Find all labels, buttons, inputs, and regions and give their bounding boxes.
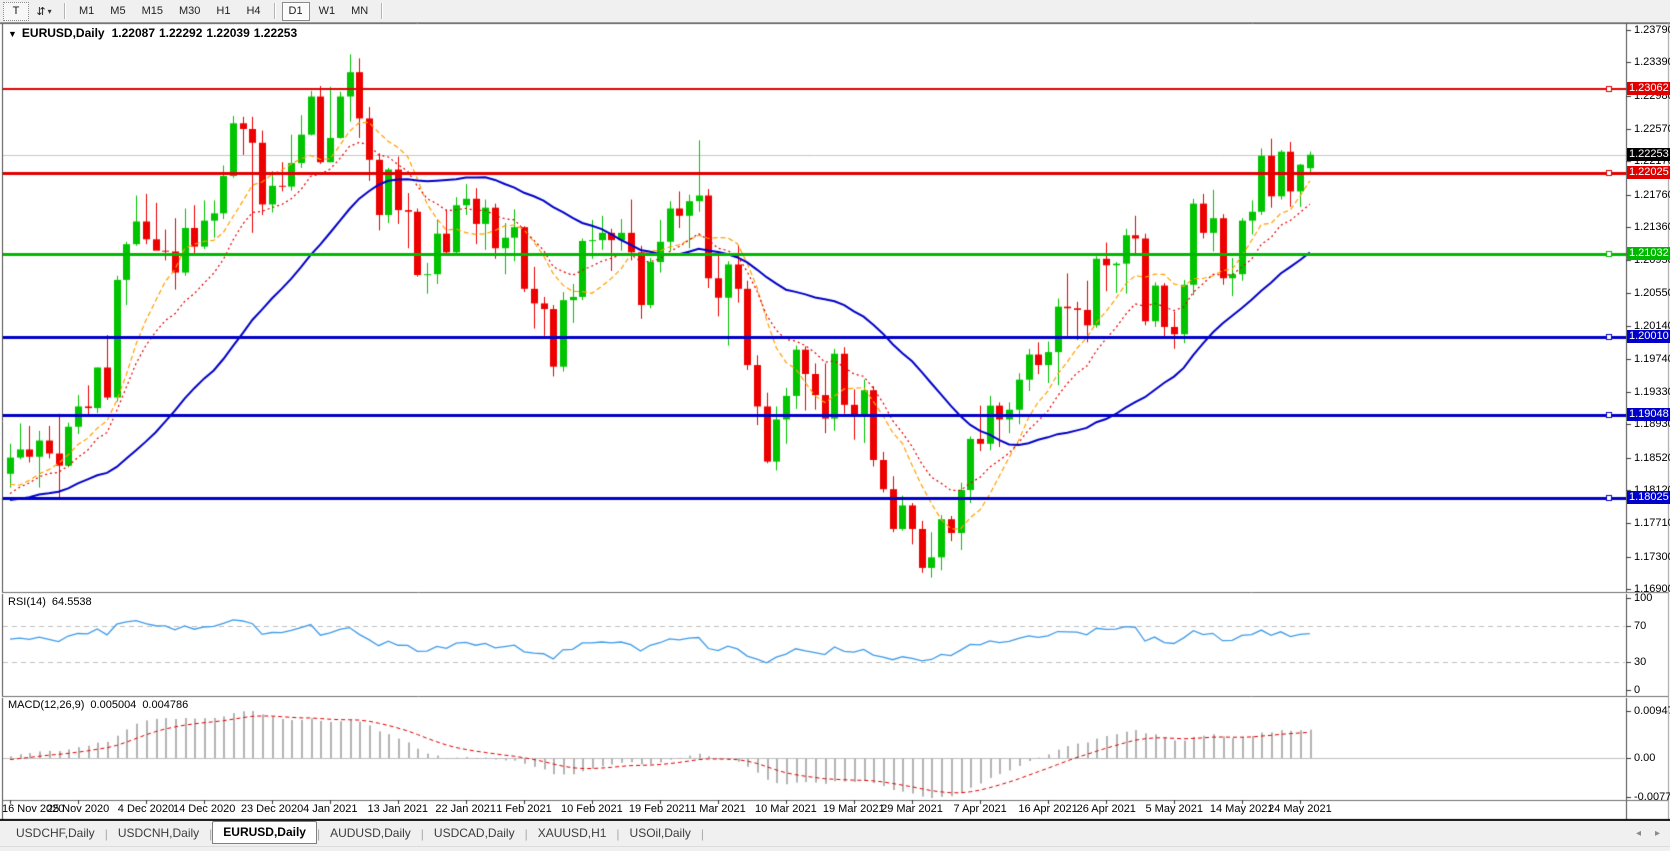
date-axis-label: 10 Mar 2021 — [755, 803, 817, 815]
date-axis-label: 13 Jan 2021 — [368, 803, 429, 815]
tab-eurusd[interactable]: EURUSD,Daily — [212, 821, 317, 844]
price-scale-tick: 1.21360 — [1634, 221, 1670, 233]
price-scale-tick: 1.23790 — [1634, 24, 1670, 36]
timeframe-button-m15[interactable]: M15 — [135, 2, 170, 21]
timeframe-button-w1[interactable]: W1 — [312, 2, 343, 21]
date-axis-label: 1 Feb 2021 — [496, 803, 552, 815]
symbol-tabbar: USDCHF,Daily|USDCNH,Daily|EURUSD,Daily|A… — [0, 821, 1670, 846]
status-strip — [0, 846, 1670, 851]
toolbar-separator — [381, 3, 383, 19]
date-axis-label: 26 Apr 2021 — [1077, 803, 1136, 815]
cursor-tool-icon: ⇵ — [36, 5, 45, 18]
date-axis-label: 16 Apr 2021 — [1018, 803, 1077, 815]
main-chart-canvas[interactable] — [0, 0, 1670, 850]
text-tool-button[interactable]: T — [3, 2, 29, 21]
toolbar-separator — [64, 3, 66, 19]
tab-audusd[interactable]: AUDUSD,Daily — [320, 824, 421, 843]
chevron-down-icon: ▾ — [48, 7, 52, 16]
price-scale-tick: 1.19740 — [1634, 353, 1670, 365]
timeframe-button-h1[interactable]: H1 — [209, 2, 237, 21]
timeframe-button-m30[interactable]: M30 — [172, 2, 207, 21]
timeframe-button-m5[interactable]: M5 — [103, 2, 132, 21]
date-axis-label: 19 Mar 2021 — [823, 803, 885, 815]
price-scale-tick: 1.20550 — [1634, 287, 1670, 299]
date-axis-label: 7 Apr 2021 — [954, 803, 1007, 815]
timeframe-button-d1[interactable]: D1 — [282, 2, 310, 21]
macd-scale-tick: 0.009478 — [1634, 705, 1670, 717]
tab-scroll-left-icon[interactable]: ◂ — [1636, 828, 1641, 839]
tab-scroll-right-icon[interactable]: ▸ — [1655, 828, 1660, 839]
tab-scroll-controls: ◂ ▸ — [1636, 828, 1670, 839]
price-scale-tick: 1.23390 — [1634, 56, 1670, 68]
price-level-badge: 1.19048 — [1627, 408, 1670, 421]
date-axis-label: 5 May 2021 — [1146, 803, 1203, 815]
date-axis-label: 14 Dec 2020 — [173, 803, 235, 815]
date-axis-label: 4 Jan 2021 — [303, 803, 357, 815]
date-axis-label: 14 May 2021 — [1210, 803, 1274, 815]
date-axis-label: 22 Jan 2021 — [435, 803, 496, 815]
date-axis-label: 25 Nov 2020 — [47, 803, 109, 815]
tab-usdcad[interactable]: USDCAD,Daily — [424, 824, 525, 843]
macd-scale-tick: 0.00 — [1634, 752, 1655, 764]
date-axis-label: 24 May 2021 — [1268, 803, 1332, 815]
tab-usdcnh[interactable]: USDCNH,Daily — [108, 824, 209, 843]
rsi-scale-tick: 0 — [1634, 684, 1640, 696]
price-scale-tick: 1.18520 — [1634, 452, 1670, 464]
date-axis-label: 10 Feb 2021 — [561, 803, 623, 815]
date-axis-label: 19 Feb 2021 — [629, 803, 691, 815]
price-scale-tick: 1.22570 — [1634, 123, 1670, 135]
timeframe-button-group: M1M5M15M30H1H4 D1W1MN — [71, 2, 376, 21]
price-scale-tick: 1.19330 — [1634, 386, 1670, 398]
macd-scale-tick: -0.007778 — [1634, 791, 1670, 803]
price-level-badge: 1.20010 — [1627, 330, 1670, 343]
timeframe-button-m1[interactable]: M1 — [72, 2, 101, 21]
timeframe-button-mn[interactable]: MN — [344, 2, 375, 21]
price-scale-tick: 1.21760 — [1634, 189, 1670, 201]
price-scale-tick: 1.17710 — [1634, 517, 1670, 529]
date-axis-label: 29 Mar 2021 — [881, 803, 943, 815]
tab-separator: | — [701, 827, 704, 841]
rsi-scale-tick: 100 — [1634, 592, 1652, 604]
rsi-scale-tick: 30 — [1634, 656, 1646, 668]
current-price-badge: 1.22253 — [1627, 148, 1670, 161]
timeframe-button-h4[interactable]: H4 — [239, 2, 267, 21]
tab-xauusd[interactable]: XAUUSD,H1 — [528, 824, 617, 843]
rsi-scale-tick: 70 — [1634, 620, 1646, 632]
price-level-badge: 1.22025 — [1627, 166, 1670, 179]
price-level-badge: 1.18025 — [1627, 491, 1670, 504]
toolbar: T ⇵ ▾ M1M5M15M30H1H4 D1W1MN — [0, 0, 1670, 23]
date-axis-label: 1 Mar 2021 — [690, 803, 746, 815]
tab-usdchf[interactable]: USDCHF,Daily — [6, 824, 105, 843]
price-scale-tick: 1.17300 — [1634, 551, 1670, 563]
price-level-badge: 1.21032 — [1627, 247, 1670, 260]
date-axis-label: 23 Dec 2020 — [241, 803, 303, 815]
price-level-badge: 1.23062 — [1627, 82, 1670, 95]
tab-usoil[interactable]: USOil,Daily — [620, 824, 701, 843]
cursor-tool-button[interactable]: ⇵ ▾ — [31, 2, 57, 21]
date-axis-label: 4 Dec 2020 — [118, 803, 174, 815]
tabs-container: USDCHF,Daily|USDCNH,Daily|EURUSD,Daily|A… — [6, 823, 704, 844]
trading-platform-window: T ⇵ ▾ M1M5M15M30H1H4D1W1MN ▼EURUSD,Daily… — [0, 0, 1670, 850]
toolbar-separator — [274, 3, 276, 19]
